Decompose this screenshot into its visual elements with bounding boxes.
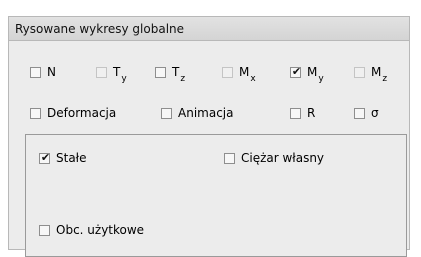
- global-diagrams-panel: Rysowane wykresy globalne N Ty Tz Mx ✔ M…: [8, 16, 410, 257]
- checkbox-label: Ciężar własny: [241, 151, 325, 165]
- panel-title: Rysowane wykresy globalne: [9, 17, 409, 41]
- checkbox-label: M: [239, 65, 250, 79]
- checkbox-box[interactable]: [155, 66, 166, 78]
- checkbox-animacja[interactable]: Animacja: [161, 106, 233, 120]
- checkbox-label: M: [307, 65, 318, 79]
- checkbox-my[interactable]: ✔ My: [290, 64, 324, 84]
- checkbox-label-subscript: y: [318, 74, 324, 84]
- checkbox-mx[interactable]: Mx: [222, 65, 256, 84]
- checkbox-obc-uzytkowe[interactable]: Obc. użytkowe: [39, 223, 144, 237]
- checkbox-label-subscript: z: [180, 74, 186, 84]
- checkbox-box[interactable]: ✔: [290, 64, 302, 78]
- checkbox-box[interactable]: [222, 66, 233, 78]
- checkbox-label: T: [113, 65, 121, 79]
- checkbox-mz[interactable]: Mz: [354, 65, 387, 84]
- checkbox-label-subscript: z: [382, 74, 388, 84]
- checkmark-icon: ✔: [291, 64, 302, 78]
- checkbox-box[interactable]: [224, 152, 235, 164]
- checkbox-box[interactable]: [30, 66, 41, 78]
- checkbox-label: Obc. użytkowe: [56, 223, 145, 237]
- checkbox-box[interactable]: [161, 107, 172, 119]
- load-cases-group: ✔ Stałe Ciężar własny Obc. użytkowe: [25, 134, 407, 257]
- checkbox-label: M: [371, 65, 382, 79]
- checkbox-box[interactable]: [290, 107, 301, 119]
- checkbox-stale[interactable]: ✔ Stałe: [39, 151, 86, 165]
- checkbox-box[interactable]: ✔: [39, 150, 51, 164]
- checkbox-ty[interactable]: Ty: [96, 65, 127, 84]
- checkbox-box[interactable]: [354, 107, 365, 119]
- checkbox-label: N: [47, 65, 56, 79]
- checkbox-r[interactable]: R: [290, 106, 315, 120]
- checkbox-n[interactable]: N: [30, 65, 57, 79]
- checkbox-label: σ: [371, 106, 379, 120]
- checkbox-label-subscript: y: [121, 74, 127, 84]
- checkbox-label: T: [172, 65, 180, 79]
- checkbox-label: Animacja: [178, 106, 234, 120]
- checkbox-box[interactable]: [30, 107, 41, 119]
- checkbox-label: Deformacja: [47, 106, 117, 120]
- checkbox-label: R: [307, 106, 316, 120]
- checkbox-tz[interactable]: Tz: [155, 65, 185, 84]
- checkbox-box[interactable]: [96, 66, 107, 78]
- checkbox-ciezar-wlasny[interactable]: Ciężar własny: [224, 151, 324, 165]
- checkbox-label: Stałe: [56, 151, 87, 165]
- checkmark-icon: ✔: [40, 150, 51, 164]
- checkbox-box[interactable]: [354, 66, 365, 78]
- checkbox-sigma[interactable]: σ: [354, 106, 379, 120]
- checkbox-deformacja[interactable]: Deformacja: [30, 106, 116, 120]
- checkbox-label-subscript: x: [250, 74, 256, 84]
- checkbox-box[interactable]: [39, 224, 50, 236]
